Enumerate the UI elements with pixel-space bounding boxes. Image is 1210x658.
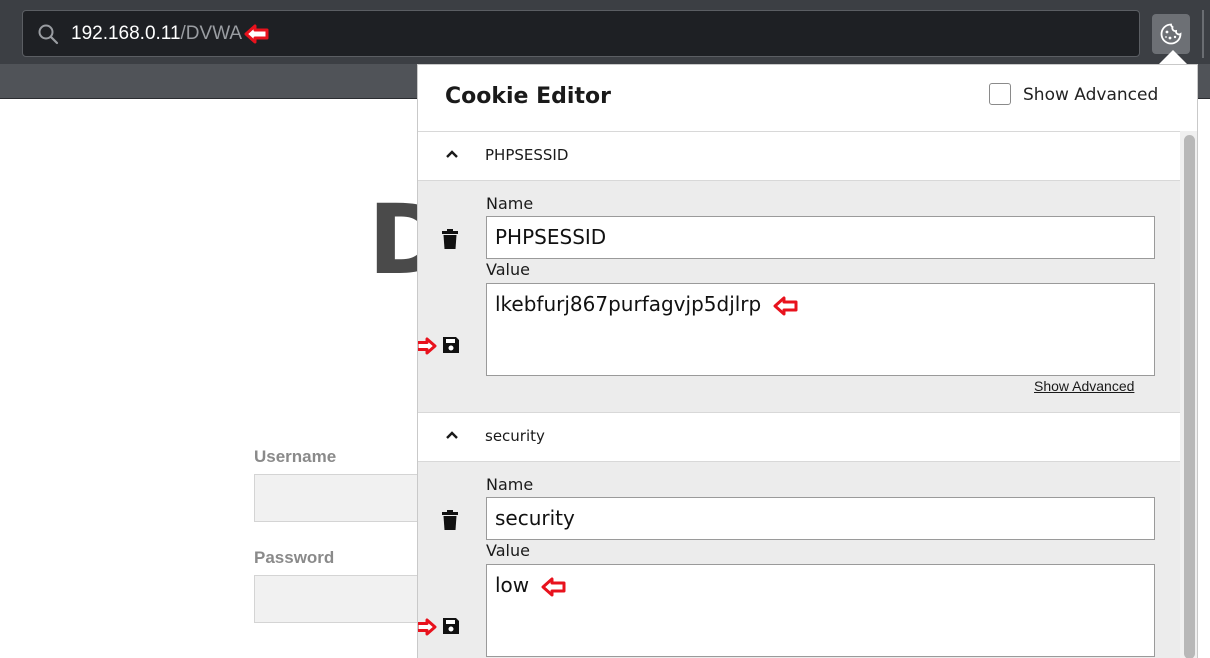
- cookie-header-phpsessid[interactable]: PHPSESSID: [418, 132, 1180, 181]
- red-arrow-right-icon: [418, 337, 437, 355]
- cookie-value-input[interactable]: low: [486, 564, 1155, 657]
- popup-caret: [1159, 50, 1187, 64]
- toolbar-divider: [1202, 10, 1204, 58]
- save-icon[interactable]: [442, 617, 460, 635]
- cookie-name-input[interactable]: security: [486, 497, 1155, 540]
- cookie-body-phpsessid: Name PHPSESSID Value lkebfurj867purfagvj…: [418, 181, 1180, 412]
- value-label: Value: [486, 260, 530, 279]
- trash-icon[interactable]: [442, 510, 458, 530]
- cookie-value-text: lkebfurj867purfagvjp5djlrp: [495, 292, 762, 316]
- cookie-value-input[interactable]: lkebfurj867purfagvjp5djlrp: [486, 283, 1155, 376]
- chevron-up-icon: [446, 431, 458, 439]
- cookie-editor-popup: Cookie Editor Show Advanced PHPSESSID Na…: [417, 64, 1198, 658]
- red-arrow-left-icon: [773, 296, 798, 315]
- show-advanced-checkbox[interactable]: [989, 83, 1011, 105]
- url-path: /DVWA: [180, 23, 243, 44]
- name-label: Name: [486, 475, 534, 494]
- cookie-header-label: PHPSESSID: [485, 146, 569, 164]
- show-advanced-link[interactable]: Show Advanced: [1034, 378, 1134, 394]
- cookie-header-security[interactable]: security: [418, 412, 1180, 462]
- cookie-body-security: Name security Value low: [418, 462, 1180, 658]
- popup-title: Cookie Editor: [445, 84, 611, 109]
- trash-icon[interactable]: [442, 229, 458, 249]
- cookie-header-label: security: [485, 427, 545, 445]
- username-label: Username: [254, 447, 337, 466]
- red-arrow-left-icon: [244, 24, 269, 44]
- cookie-name-input[interactable]: PHPSESSID: [486, 216, 1155, 259]
- save-icon[interactable]: [442, 336, 460, 354]
- name-label: Name: [486, 194, 534, 213]
- password-label: Password: [254, 548, 335, 567]
- url-host: 192.168.0.11: [71, 23, 181, 44]
- red-arrow-left-icon: [541, 577, 566, 596]
- value-label: Value: [486, 541, 530, 560]
- search-icon: [38, 24, 59, 45]
- scrollbar-thumb[interactable]: [1184, 135, 1195, 658]
- cookie-value-text: low: [495, 573, 530, 597]
- red-arrow-right-icon: [418, 618, 437, 636]
- url-text[interactable]: 192.168.0.11/DVWA: [71, 22, 270, 46]
- chevron-up-icon: [446, 150, 458, 158]
- cookie-editor-extension-button[interactable]: [1152, 14, 1190, 54]
- cookie-icon: [1160, 23, 1182, 45]
- url-bar[interactable]: 192.168.0.11/DVWA: [22, 10, 1140, 57]
- show-advanced-label: Show Advanced: [1023, 85, 1159, 105]
